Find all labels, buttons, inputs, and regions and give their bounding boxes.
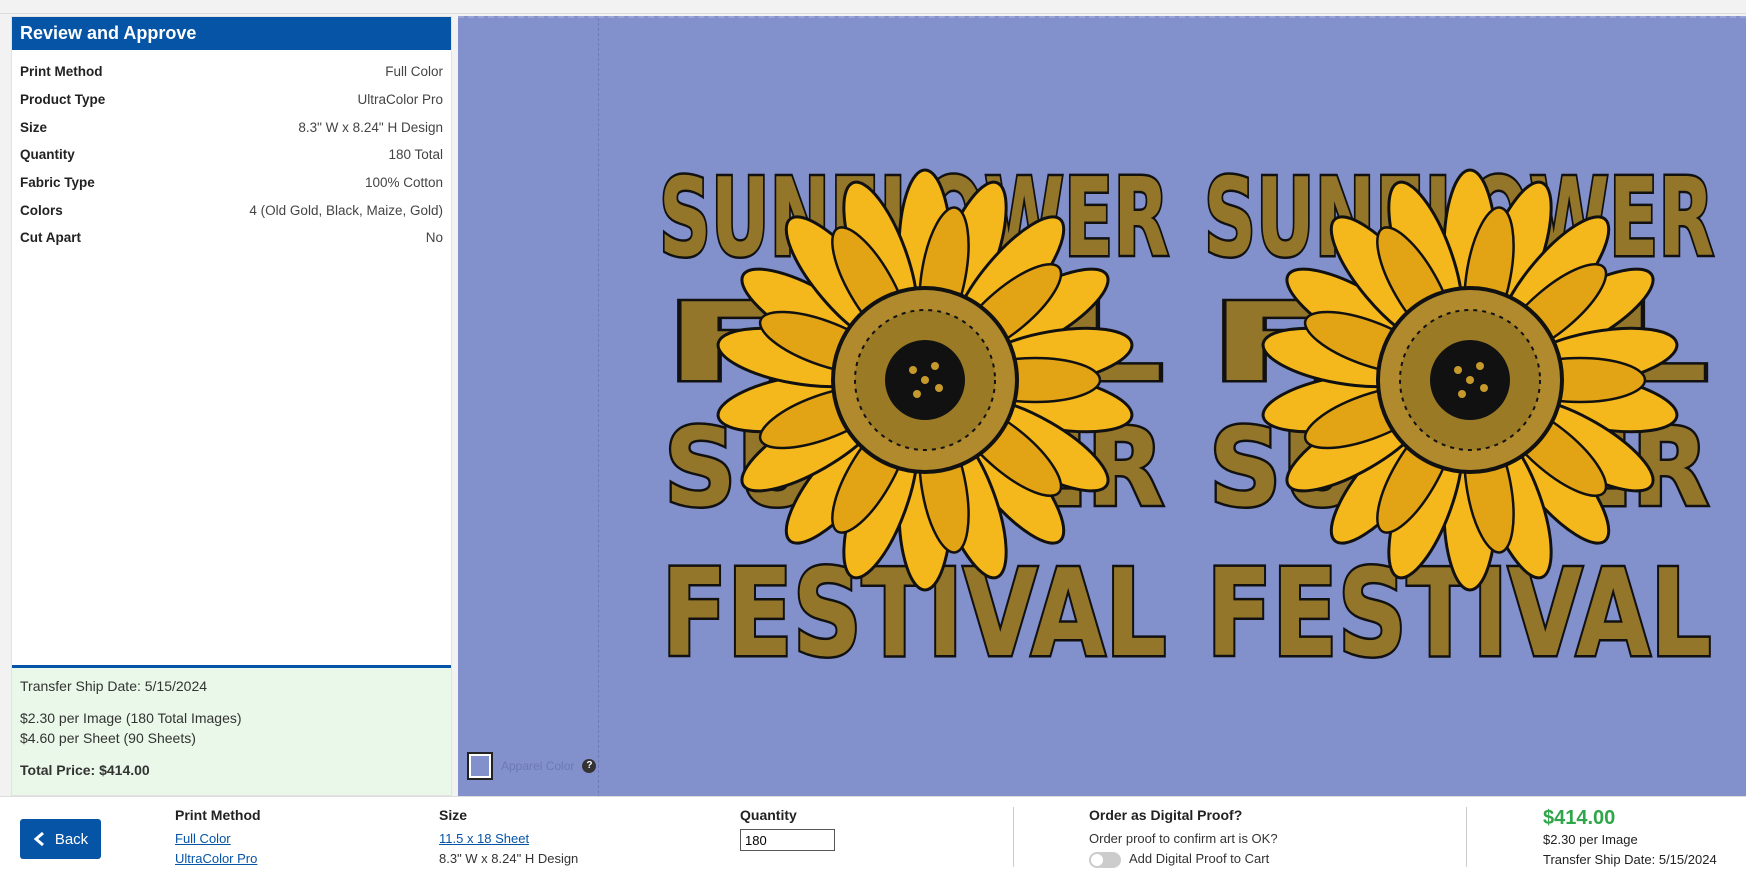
spec-label: Size: [20, 119, 48, 135]
total-price-display: $414.00: [1543, 807, 1616, 829]
back-button-label: Back: [54, 830, 89, 848]
spec-label: Product Type: [20, 92, 106, 108]
ship-date: Transfer Ship Date: 5/15/2024: [20, 678, 208, 694]
digital-proof-toggle-row: Add Digital Proof to Cart: [1089, 849, 1278, 869]
digital-proof-title: Order as Digital Proof?: [1089, 807, 1243, 823]
price-summary: Transfer Ship Date: 5/15/2024 $2.30 per …: [12, 665, 451, 795]
chevron-left-icon: [33, 831, 44, 847]
bottom-bar: Back Print Method Full Color UltraColor …: [0, 796, 1746, 875]
print-method-link[interactable]: Full Color: [175, 829, 261, 849]
spec-label: Print Method: [20, 64, 103, 80]
divider: [1013, 807, 1014, 867]
spec-label: Fabric Type: [20, 175, 95, 191]
spec-value: Full Color: [385, 64, 443, 80]
sunflower-design-right: SUNFLOWER FALL SUMMER FESTIVAL: [1202, 154, 1717, 663]
digital-proof-toggle[interactable]: [1089, 851, 1121, 868]
apparel-color-swatch[interactable]: [467, 752, 493, 780]
quantity-col: Quantity: [740, 807, 835, 851]
apparel-color-picker: Apparel Color ?: [467, 752, 597, 780]
spec-row-fabric-type: Fabric Type 100% Cotton: [20, 169, 443, 197]
per-image-display: $2.30 per Image: [1543, 832, 1638, 847]
quantity-title: Quantity: [740, 807, 797, 823]
total-price: Total Price: $414.00: [20, 762, 150, 778]
spec-row-print-method: Print Method Full Color: [20, 58, 443, 86]
design-preview: SUNFLOWER FALL SUMMER FESTIVAL: [458, 16, 1746, 798]
spec-label: Cut Apart: [20, 230, 81, 246]
spec-label: Quantity: [20, 147, 75, 163]
digital-proof-toggle-label: Add Digital Proof to Cart: [1129, 851, 1270, 866]
spec-row-product-type: Product Type UltraColor Pro: [20, 86, 443, 114]
print-method-title: Print Method: [175, 807, 261, 823]
spec-value: UltraColor Pro: [357, 92, 443, 108]
back-button[interactable]: Back: [20, 819, 101, 859]
top-border: [0, 0, 1746, 14]
help-icon[interactable]: ?: [582, 759, 597, 773]
per-image-price: $2.30 per Image (180 Total Images): [20, 710, 242, 726]
quantity-input[interactable]: [740, 829, 835, 851]
review-panel: Review and Approve Print Method Full Col…: [11, 16, 452, 796]
digital-proof-question: Order proof to confirm art is OK?: [1089, 831, 1278, 846]
print-method-col: Print Method Full Color UltraColor Pro: [175, 807, 261, 869]
spec-row-quantity: Quantity 180 Total: [20, 141, 443, 169]
sheet-size-link[interactable]: 11.5 x 18 Sheet: [439, 829, 578, 849]
sunflower-design-left: SUNFLOWER FALL SUMMER FESTIVAL: [657, 154, 1172, 663]
spec-value: No: [425, 230, 443, 246]
spec-value: 180 Total: [388, 147, 443, 163]
spec-list: Print Method Full Color Product Type Ult…: [12, 50, 451, 252]
per-sheet-price: $4.60 per Sheet (90 Sheets): [20, 730, 196, 746]
price-col: $414.00 $2.30 per Image Transfer Ship Da…: [1543, 807, 1717, 870]
divider: [1466, 807, 1467, 867]
spec-value: 4 (Old Gold, Black, Maize, Gold): [249, 202, 443, 218]
spec-label: Colors: [20, 202, 63, 218]
spec-value: 8.3" W x 8.24" H Design: [298, 119, 443, 135]
panel-title: Review and Approve: [12, 17, 451, 50]
product-type-link[interactable]: UltraColor Pro: [175, 849, 261, 869]
size-col: Size 11.5 x 18 Sheet 8.3" W x 8.24" H De…: [439, 807, 578, 869]
spec-value: 100% Cotton: [364, 175, 443, 191]
ship-date-display: Transfer Ship Date: 5/15/2024: [1543, 852, 1717, 867]
spec-row-size: Size 8.3" W x 8.24" H Design: [20, 113, 443, 141]
sheet-edge-guide: [598, 18, 599, 798]
apparel-color-label: Apparel Color: [501, 759, 575, 773]
size-title: Size: [439, 807, 468, 823]
digital-proof-col: Order as Digital Proof? Order proof to c…: [1089, 807, 1278, 869]
spec-row-colors: Colors 4 (Old Gold, Black, Maize, Gold): [20, 196, 443, 224]
design-size: 8.3" W x 8.24" H Design: [439, 851, 579, 866]
spec-row-cut-apart: Cut Apart No: [20, 224, 443, 252]
